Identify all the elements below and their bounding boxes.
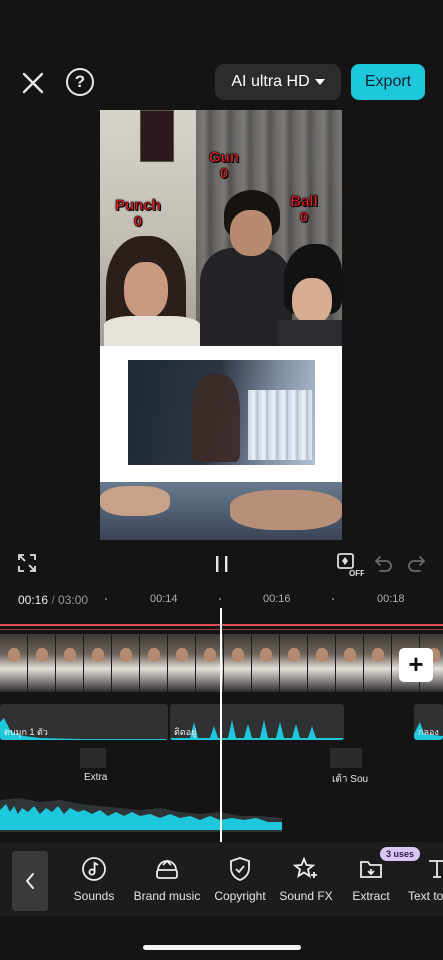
video-frame-thumbnail: [56, 634, 84, 692]
preview-hand: [100, 486, 170, 516]
folder-extract-icon: [360, 861, 382, 878]
extra-clip[interactable]: เต้า Sou: [330, 748, 390, 785]
tool-brand-music[interactable]: Brand music: [130, 856, 204, 912]
timeline-ruler: 00:16 / 03:00 00:14 00:16 00:18: [0, 588, 443, 610]
tool-label: Text to: [408, 889, 443, 903]
tick-label: 00:16: [263, 593, 291, 605]
export-button[interactable]: Export: [351, 64, 425, 100]
video-frame-thumbnail: [84, 634, 112, 692]
preview-arm: [230, 490, 342, 530]
counter-value: 0: [219, 165, 229, 182]
time-display: 00:16 / 03:00: [18, 593, 88, 607]
tool-sound-fx[interactable]: Sound FX: [276, 856, 336, 912]
counter-gun: Gun 0: [202, 149, 246, 182]
tick-label: 00:14: [150, 593, 178, 605]
quality-label: AI ultra HD: [231, 73, 310, 90]
current-time: 00:16: [18, 593, 49, 607]
audio-clip[interactable]: ตบมุก 1 ตัว: [0, 704, 168, 740]
shield-check-icon: [230, 857, 250, 881]
video-frame-thumbnail: [28, 634, 56, 692]
close-icon[interactable]: [18, 68, 48, 98]
counter-value: 0: [299, 209, 309, 226]
video-frame-thumbnail: [168, 634, 196, 692]
extra-clip[interactable]: Extra: [80, 748, 140, 784]
music-note-icon: [82, 857, 106, 881]
video-frame-thumbnail: [112, 634, 140, 692]
tick-dot: [332, 598, 334, 600]
keyframe-off-icon[interactable]: OFF: [336, 551, 365, 578]
tool-label: Extract: [352, 889, 390, 903]
tool-label: Sounds: [73, 889, 115, 903]
person-left-face: [124, 262, 168, 318]
counter-label: Ball: [290, 193, 318, 210]
time-separator: /: [48, 593, 59, 607]
playhead[interactable]: [220, 608, 222, 842]
audio-clip-label: กลอง: [418, 727, 439, 737]
audio-clip-label: ติดอยู่: [174, 727, 197, 737]
person-middle-face: [230, 210, 272, 256]
music-waveform-track[interactable]: [0, 796, 290, 832]
tick-dot: [105, 598, 107, 600]
back-button[interactable]: [12, 851, 48, 911]
overlay-figure: [192, 374, 240, 462]
video-frame-thumbnail: [364, 634, 392, 692]
video-frame-thumbnail: [224, 634, 252, 692]
tool-label: Brand music: [133, 889, 201, 903]
playback-controls: OFF: [0, 548, 443, 580]
chevron-left-icon: [26, 873, 34, 889]
brand-music-icon: [156, 859, 178, 879]
video-frame-thumbnail: [140, 634, 168, 692]
pause-icon[interactable]: [213, 554, 231, 574]
video-frame-thumbnail: [0, 634, 28, 692]
svg-text:OFF: OFF: [349, 569, 364, 577]
tool-extract[interactable]: Extract: [344, 856, 398, 912]
video-frame-thumbnail: [280, 634, 308, 692]
video-preview[interactable]: Punch 0 Gun 0 Ball 0: [100, 110, 342, 540]
counter-label: Gun: [209, 149, 240, 166]
help-icon[interactable]: ?: [66, 68, 94, 96]
add-clip-button[interactable]: +: [399, 648, 433, 682]
chevron-down-icon: [314, 79, 325, 85]
counter-label: Punch: [115, 197, 161, 214]
person-left-body: [104, 316, 200, 346]
counter-punch: Punch 0: [112, 197, 164, 230]
extra-clip-label: Extra: [84, 772, 108, 783]
counter-value: 0: [133, 213, 143, 230]
undo-icon[interactable]: [372, 554, 394, 574]
audio-clip[interactable]: ติดอยู่: [170, 704, 344, 740]
audio-clip-label: ตบมุก 1 ตัว: [4, 727, 48, 737]
text-icon: [429, 860, 443, 878]
home-indicator: [143, 945, 301, 950]
video-frame-thumbnail: [308, 634, 336, 692]
extra-clip-thumb: [330, 748, 362, 768]
counter-ball: Ball 0: [282, 193, 326, 226]
tick-label: 00:18: [377, 593, 405, 605]
tool-copyright[interactable]: Copyright: [210, 856, 270, 912]
quality-dropdown[interactable]: AI ultra HD: [215, 64, 341, 100]
overlay-video[interactable]: [128, 360, 315, 465]
video-frame-thumbnail: [336, 634, 364, 692]
redo-icon[interactable]: [406, 554, 428, 574]
music-waveform: [0, 798, 282, 832]
overlay-window: [248, 390, 312, 460]
video-frame-thumbnail: [252, 634, 280, 692]
person-right-body: [278, 320, 342, 346]
extra-clip-label: เต้า Sou: [332, 774, 369, 785]
tick-dot: [219, 598, 221, 600]
fullscreen-icon[interactable]: [17, 553, 37, 573]
tool-text-to[interactable]: Text to: [408, 856, 443, 912]
bottom-toolbar: Sounds Brand music Copyright Sound FX Ex…: [0, 842, 443, 916]
preview-poster: [140, 110, 174, 162]
tool-label: Copyright: [214, 889, 266, 903]
audio-clip[interactable]: กลอง: [414, 704, 443, 740]
top-bar: ? AI ultra HD Export: [0, 56, 443, 106]
person-right-face: [292, 278, 332, 324]
total-time: 03:00: [58, 593, 89, 607]
star-sparkle-icon: [293, 856, 317, 878]
extra-clip-thumb: [80, 748, 106, 768]
tool-label: Sound FX: [279, 889, 333, 903]
tool-sounds[interactable]: Sounds: [66, 856, 122, 912]
